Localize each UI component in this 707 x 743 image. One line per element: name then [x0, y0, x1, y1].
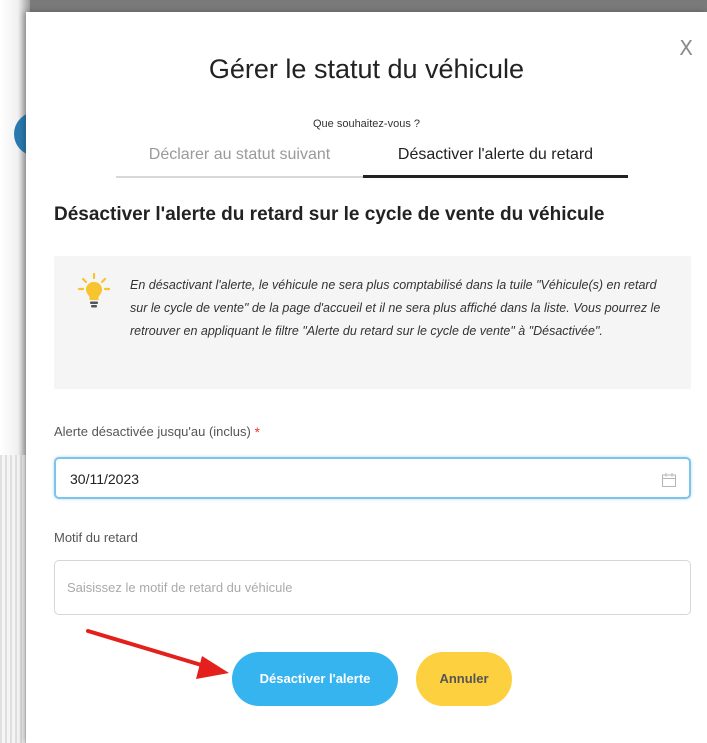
- disable-alert-button[interactable]: Désactiver l'alerte: [232, 652, 398, 706]
- date-field-label-text: Alerte désactivée jusqu'au (inclus): [54, 424, 251, 439]
- tab-disable-alert[interactable]: Désactiver l'alerte du retard: [363, 138, 628, 178]
- required-marker: *: [254, 424, 260, 440]
- tab-declare-status[interactable]: Déclarer au statut suivant: [116, 138, 363, 178]
- date-input-value: 30/11/2023: [70, 471, 140, 487]
- reason-input[interactable]: [54, 560, 691, 615]
- vehicle-status-modal: X Gérer le statut du véhicule Que souhai…: [26, 12, 707, 743]
- lightbulb-icon: [78, 272, 110, 308]
- status-tabs: Déclarer au statut suivant Désactiver l'…: [116, 138, 628, 178]
- cancel-button[interactable]: Annuler: [416, 652, 512, 706]
- modal-title: Gérer le statut du véhicule: [208, 54, 525, 84]
- question-label: Que souhaitez-vous ?: [312, 118, 420, 130]
- background-top: [0, 0, 707, 12]
- calendar-icon[interactable]: [661, 472, 677, 488]
- date-input[interactable]: 30/11/2023: [54, 457, 691, 499]
- section-title: Désactiver l'alerte du retard sur le cyc…: [54, 204, 605, 225]
- info-box: En désactivant l'alerte, le véhicule ne …: [54, 256, 691, 389]
- info-text: En désactivant l'alerte, le véhicule ne …: [130, 278, 661, 338]
- date-field-label: Alerte désactivée jusqu'au (inclus) *: [54, 424, 260, 440]
- reason-field-label: Motif du retard: [54, 530, 138, 545]
